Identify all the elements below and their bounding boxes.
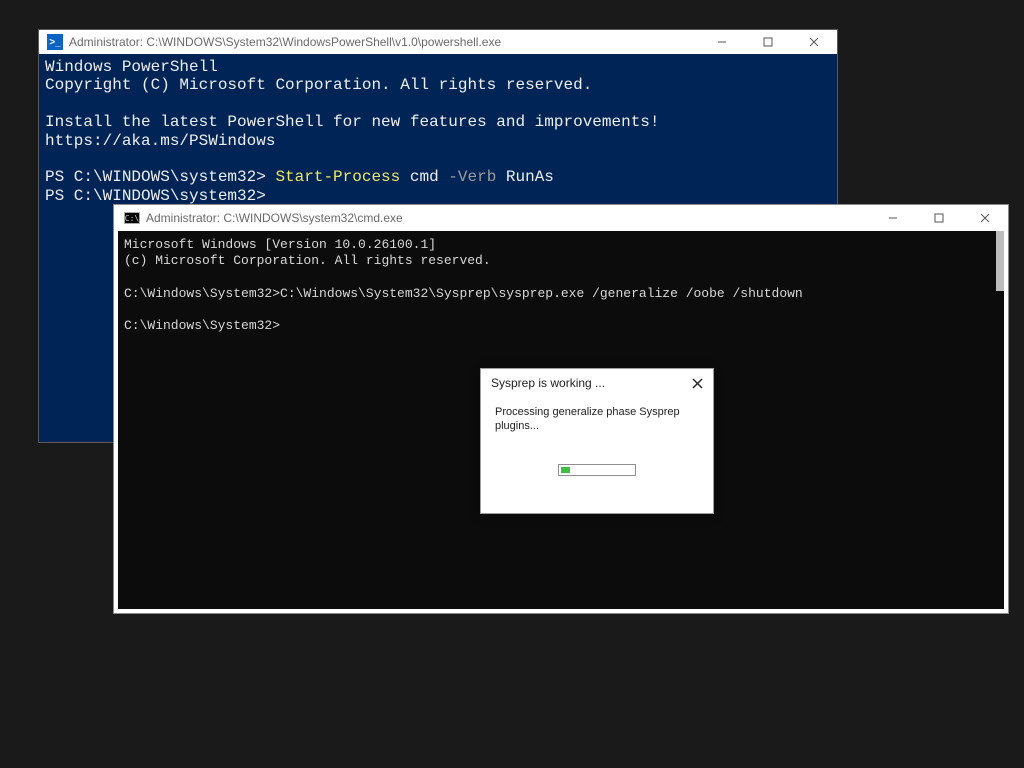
- maximize-button[interactable]: [916, 206, 962, 230]
- ps-cmd-arg2: RunAs: [496, 168, 554, 186]
- sysprep-dialog: Sysprep is working ... Processing genera…: [480, 368, 714, 514]
- close-button[interactable]: [791, 30, 837, 54]
- powershell-title-text: Administrator: C:\WINDOWS\System32\Windo…: [69, 35, 699, 49]
- cmd-command1: C:\Windows\System32\Sysprep\sysprep.exe …: [280, 286, 803, 301]
- ps-banner-2: Copyright (C) Microsoft Corporation. All…: [45, 76, 592, 94]
- ps-prompt-2: PS C:\WINDOWS\system32>: [45, 187, 266, 205]
- powershell-titlebar[interactable]: >_ Administrator: C:\WINDOWS\System32\Wi…: [39, 30, 837, 54]
- close-button[interactable]: [681, 369, 713, 397]
- minimize-button[interactable]: [870, 206, 916, 230]
- close-button[interactable]: [962, 206, 1008, 230]
- scrollbar-thumb[interactable]: [996, 231, 1004, 291]
- cmd-title-text: Administrator: C:\WINDOWS\system32\cmd.e…: [146, 211, 870, 225]
- sysprep-title: Sysprep is working ...: [491, 376, 605, 390]
- minimize-button[interactable]: [699, 30, 745, 54]
- sysprep-status-text: Processing generalize phase Sysprep plug…: [495, 405, 699, 434]
- cmd-titlebar[interactable]: C:\ Administrator: C:\WINDOWS\system32\c…: [114, 205, 1008, 231]
- ps-prompt-1: PS C:\WINDOWS\system32>: [45, 168, 275, 186]
- ps-banner-1: Windows PowerShell: [45, 58, 218, 76]
- cmd-line2: (c) Microsoft Corporation. All rights re…: [124, 253, 491, 268]
- cmd-line1: Microsoft Windows [Version 10.0.26100.1]: [124, 237, 436, 252]
- ps-cmd-startprocess: Start-Process: [275, 168, 400, 186]
- ps-install-msg: Install the latest PowerShell for new fe…: [45, 113, 669, 149]
- sysprep-body: Processing generalize phase Sysprep plug…: [481, 397, 713, 476]
- ps-cmd-flag: -Verb: [448, 168, 496, 186]
- cmd-prompt2: C:\Windows\System32>: [124, 318, 280, 333]
- maximize-button[interactable]: [745, 30, 791, 54]
- ps-cmd-arg1: cmd: [400, 168, 448, 186]
- cmd-prompt1: C:\Windows\System32>: [124, 286, 280, 301]
- sysprep-progressbar: [558, 464, 636, 476]
- cmd-icon: C:\: [124, 212, 140, 224]
- powershell-icon: >_: [47, 34, 63, 50]
- sysprep-titlebar[interactable]: Sysprep is working ...: [481, 369, 713, 397]
- sysprep-progressbar-fill: [561, 467, 570, 473]
